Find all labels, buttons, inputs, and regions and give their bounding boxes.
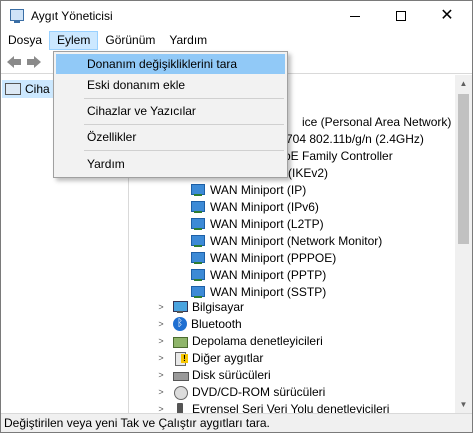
tree-category[interactable]: > Disk sürücüleri <box>156 366 271 383</box>
device-label: WAN Miniport (PPPOE) <box>210 250 337 265</box>
device-label: bE Family Controller <box>284 148 393 163</box>
vertical-scrollbar[interactable]: ▲ ▼ <box>455 75 472 413</box>
tree-row[interactable]: bE Family Controller <box>284 147 393 164</box>
expand-arrow-icon[interactable]: > <box>156 353 166 363</box>
tree-row[interactable]: WAN Miniport (PPPOE) <box>190 249 336 266</box>
menu-item-scan-hardware[interactable]: Donanım değişikliklerini tara <box>56 54 285 74</box>
disk-icon <box>172 368 189 382</box>
menu-bar: Dosya Eylem Görünüm Yardım <box>1 31 472 50</box>
status-bar: Değiştirilen veya yeni Tak ve Çalıştır a… <box>1 413 472 432</box>
action-menu-dropdown: Donanım değişikliklerini tara Eski donan… <box>53 51 288 178</box>
menu-item-help[interactable]: Yardım <box>56 154 285 174</box>
network-adapter-icon <box>190 183 206 197</box>
category-label: Diğer aygıtlar <box>192 350 264 365</box>
category-label: Bluetooth <box>191 316 242 331</box>
tree-category[interactable]: > DVD/CD-ROM sürücüleri <box>156 383 325 400</box>
category-label: Evrensel Seri Veri Yolu denetleyicileri <box>192 401 390 414</box>
storage-icon <box>172 334 188 348</box>
close-icon: ✕ <box>440 7 454 24</box>
bluetooth-icon: ᛒ <box>173 316 187 331</box>
arrow-right-icon <box>27 56 41 68</box>
scroll-thumb[interactable] <box>458 94 469 244</box>
category-label: Disk sürücüleri <box>192 367 271 382</box>
tree-category[interactable]: > Bilgisayar <box>156 298 244 315</box>
tree-row[interactable]: 704 802.11b/g/n (2.4GHz) <box>286 130 424 147</box>
tree-row[interactable]: (IKEv2) <box>288 164 328 181</box>
device-label: WAN Miniport (PPTP) <box>210 267 327 282</box>
category-label: Depolama denetleyicileri <box>192 333 323 348</box>
device-label: WAN Miniport (IP) <box>210 182 307 197</box>
category-label: DVD/CD-ROM sürücüleri <box>192 384 326 399</box>
tree-row[interactable]: WAN Miniport (IP) <box>190 181 306 198</box>
tree-row[interactable]: WAN Miniport (L2TP) <box>190 215 324 232</box>
network-adapter-icon <box>190 200 206 214</box>
menu-item-devices-printers[interactable]: Cihazlar ve Yazıcılar <box>56 101 285 121</box>
menu-separator <box>84 124 284 125</box>
tree-category[interactable]: > Evrensel Seri Veri Yolu denetleyiciler… <box>156 400 389 413</box>
maximize-icon <box>396 11 406 21</box>
menu-separator <box>84 98 284 99</box>
menu-dosya[interactable]: Dosya <box>1 31 49 50</box>
window-title: Aygıt Yöneticisi <box>31 9 113 23</box>
category-label: Bilgisayar <box>192 299 245 314</box>
device-label: WAN Miniport (L2TP) <box>210 216 324 231</box>
expand-arrow-icon[interactable]: > <box>156 336 166 346</box>
device-manager-icon <box>10 9 24 23</box>
network-adapter-icon <box>190 251 206 265</box>
tree-category[interactable]: > Diğer aygıtlar <box>156 349 263 366</box>
network-adapter-icon <box>190 217 206 231</box>
scroll-up-icon[interactable]: ▲ <box>455 75 472 92</box>
tree-row[interactable]: WAN Miniport (PPTP) <box>190 266 326 283</box>
menu-item-properties[interactable]: Özellikler <box>56 127 285 147</box>
tree-row[interactable]: ice (Personal Area Network) <box>302 113 451 130</box>
device-label: ice (Personal Area Network) <box>302 114 452 129</box>
expand-arrow-icon[interactable]: > <box>156 302 166 312</box>
forward-button[interactable] <box>25 54 43 70</box>
device-label: 704 802.11b/g/n (2.4GHz) <box>286 131 424 146</box>
network-adapter-icon <box>190 285 206 299</box>
network-adapter-icon <box>190 234 206 248</box>
close-button[interactable]: ✕ <box>424 1 470 31</box>
tree-category[interactable]: > ᛒ Bluetooth <box>156 315 242 332</box>
device-label: WAN Miniport (IPv6) <box>210 199 319 214</box>
expand-arrow-icon[interactable]: > <box>156 370 166 380</box>
expand-arrow-icon[interactable]: > <box>156 319 166 329</box>
dvd-icon <box>172 385 188 400</box>
tree-row[interactable]: WAN Miniport (Network Monitor) <box>190 232 382 249</box>
computer-icon <box>172 300 188 314</box>
expand-arrow-icon[interactable]: > <box>156 387 166 397</box>
computer-icon <box>5 83 21 95</box>
usb-icon <box>172 402 188 413</box>
device-label: WAN Miniport (SSTP) <box>210 284 327 299</box>
menu-eylem[interactable]: Eylem <box>49 31 99 50</box>
menu-yardim[interactable]: Yardım <box>162 31 214 50</box>
network-adapter-icon <box>190 268 206 282</box>
device-manager-window: Aygıt Yöneticisi ✕ Dosya Eylem Görünüm Y… <box>0 0 473 433</box>
arrow-left-icon <box>7 56 21 68</box>
tree-root-label: Ciha <box>25 82 50 96</box>
minimize-button[interactable] <box>332 1 378 31</box>
unknown-device-icon <box>172 351 188 366</box>
back-button[interactable] <box>5 54 23 70</box>
device-label: WAN Miniport (Network Monitor) <box>210 233 383 248</box>
title-bar: Aygıt Yöneticisi ✕ <box>1 1 472 31</box>
scroll-down-icon[interactable]: ▼ <box>455 396 472 413</box>
menu-item-add-legacy-hardware[interactable]: Eski donanım ekle <box>56 75 285 95</box>
tree-row[interactable]: WAN Miniport (IPv6) <box>190 198 319 215</box>
expand-arrow-icon[interactable]: > <box>156 404 166 414</box>
menu-gorunum[interactable]: Görünüm <box>98 31 162 50</box>
minimize-icon <box>350 15 360 17</box>
menu-separator <box>84 150 284 151</box>
maximize-button[interactable] <box>378 1 424 31</box>
device-label: (IKEv2) <box>288 165 329 180</box>
tree-category[interactable]: > Depolama denetleyicileri <box>156 332 323 349</box>
